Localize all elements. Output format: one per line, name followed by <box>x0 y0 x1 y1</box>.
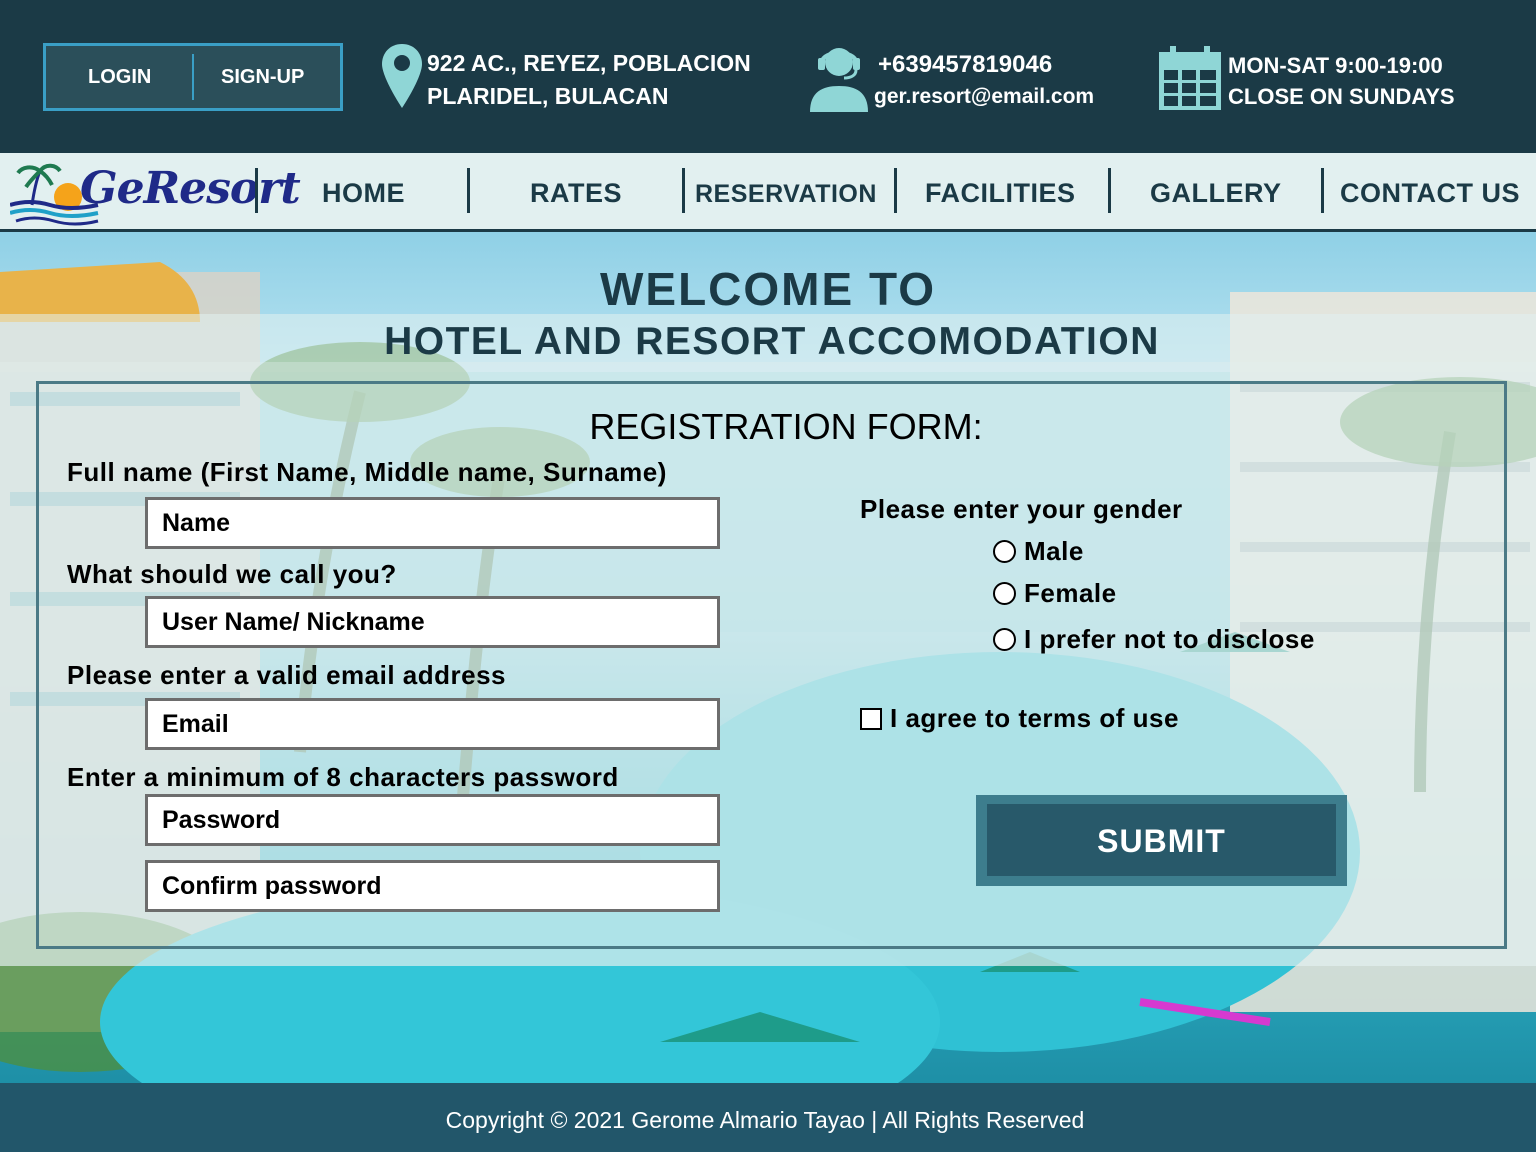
nav-divider <box>682 168 685 213</box>
confirm-password-input[interactable] <box>145 860 720 912</box>
radio-label: Male <box>1024 536 1084 566</box>
auth-divider <box>192 54 194 100</box>
email-label: Please enter a valid email address <box>67 660 507 690</box>
site-logo[interactable]: GeResort <box>10 161 301 227</box>
address-line-1: 922 AC., REYEZ, POBLACION <box>427 50 751 76</box>
nickname-input[interactable] <box>145 596 720 648</box>
radio-button[interactable] <box>993 540 1016 563</box>
nav-divider <box>1321 168 1324 213</box>
gender-label: Please enter your gender <box>860 494 1183 524</box>
main-navigation: GeResort HOME RATES RESERVATION FACILITI… <box>0 153 1536 232</box>
hours-line-1: MON-SAT 9:00-19:00 <box>1228 53 1443 78</box>
nav-gallery[interactable]: GALLERY <box>1150 178 1282 209</box>
nav-facilities[interactable]: FACILITIES <box>925 178 1076 209</box>
password-input[interactable] <box>145 794 720 846</box>
footer: Copyright © 2021 Gerome Almario Tayao | … <box>0 1083 1536 1152</box>
auth-buttons: LOGIN SIGN-UP <box>43 43 343 111</box>
support-agent-icon <box>810 48 868 112</box>
login-button[interactable]: LOGIN <box>88 66 151 89</box>
hours-line-2: CLOSE ON SUNDAYS <box>1228 84 1455 109</box>
nav-divider <box>1108 168 1111 213</box>
welcome-heading: WELCOME TO <box>599 263 937 315</box>
form-title: REGISTRATION FORM: <box>589 406 983 447</box>
business-hours: MON-SAT 9:00-19:00 CLOSE ON SUNDAYS <box>1228 50 1455 112</box>
logo-text: GeResort <box>80 163 301 214</box>
terms-checkbox[interactable] <box>860 707 882 730</box>
terms-checkbox-row[interactable]: I agree to terms of use <box>860 703 1179 734</box>
fullname-input[interactable] <box>145 497 720 549</box>
calendar-icon <box>1159 46 1221 110</box>
email-input[interactable] <box>145 698 720 750</box>
nav-rates[interactable]: RATES <box>530 178 622 209</box>
radio-label: I prefer not to disclose <box>1024 624 1315 654</box>
address: 922 AC., REYEZ, POBLACION PLARIDEL, BULA… <box>427 47 751 113</box>
nav-home[interactable]: HOME <box>322 178 405 209</box>
phone-number[interactable]: +639457819046 <box>878 48 1052 81</box>
radio-button[interactable] <box>993 628 1016 651</box>
submit-button[interactable]: SUBMIT <box>976 795 1347 886</box>
gender-option-male[interactable]: Male <box>993 536 1084 567</box>
nav-contact-us[interactable]: CONTACT US <box>1340 178 1520 209</box>
fullname-label: Full name (First Name, Middle name, Surn… <box>67 457 667 487</box>
top-info-bar: LOGIN SIGN-UP 922 AC., REYEZ, POBLACION … <box>0 0 1536 153</box>
nickname-label: What should we call you? <box>67 559 397 589</box>
contact-email[interactable]: ger.resort@email.com <box>874 80 1094 113</box>
terms-label: I agree to terms of use <box>890 703 1179 733</box>
submit-button-label: SUBMIT <box>987 804 1336 876</box>
gender-option-undisclosed[interactable]: I prefer not to disclose <box>993 624 1315 655</box>
radio-label: Female <box>1024 578 1117 608</box>
gender-option-female[interactable]: Female <box>993 578 1117 609</box>
nav-reservation[interactable]: RESERVATION <box>695 180 877 209</box>
location-pin-icon <box>382 44 422 108</box>
address-line-2: PLARIDEL, BULACAN <box>427 83 669 109</box>
signup-button[interactable]: SIGN-UP <box>221 66 304 89</box>
nav-divider <box>255 168 258 213</box>
welcome-subheading: HOTEL AND RESORT ACCOMODATION <box>384 320 1160 363</box>
copyright-text: Copyright © 2021 Gerome Almario Tayao | … <box>445 1107 1085 1133</box>
radio-button[interactable] <box>993 582 1016 605</box>
password-label: Enter a minimum of 8 characters password <box>67 762 619 792</box>
nav-divider <box>894 168 897 213</box>
nav-divider <box>467 168 470 213</box>
